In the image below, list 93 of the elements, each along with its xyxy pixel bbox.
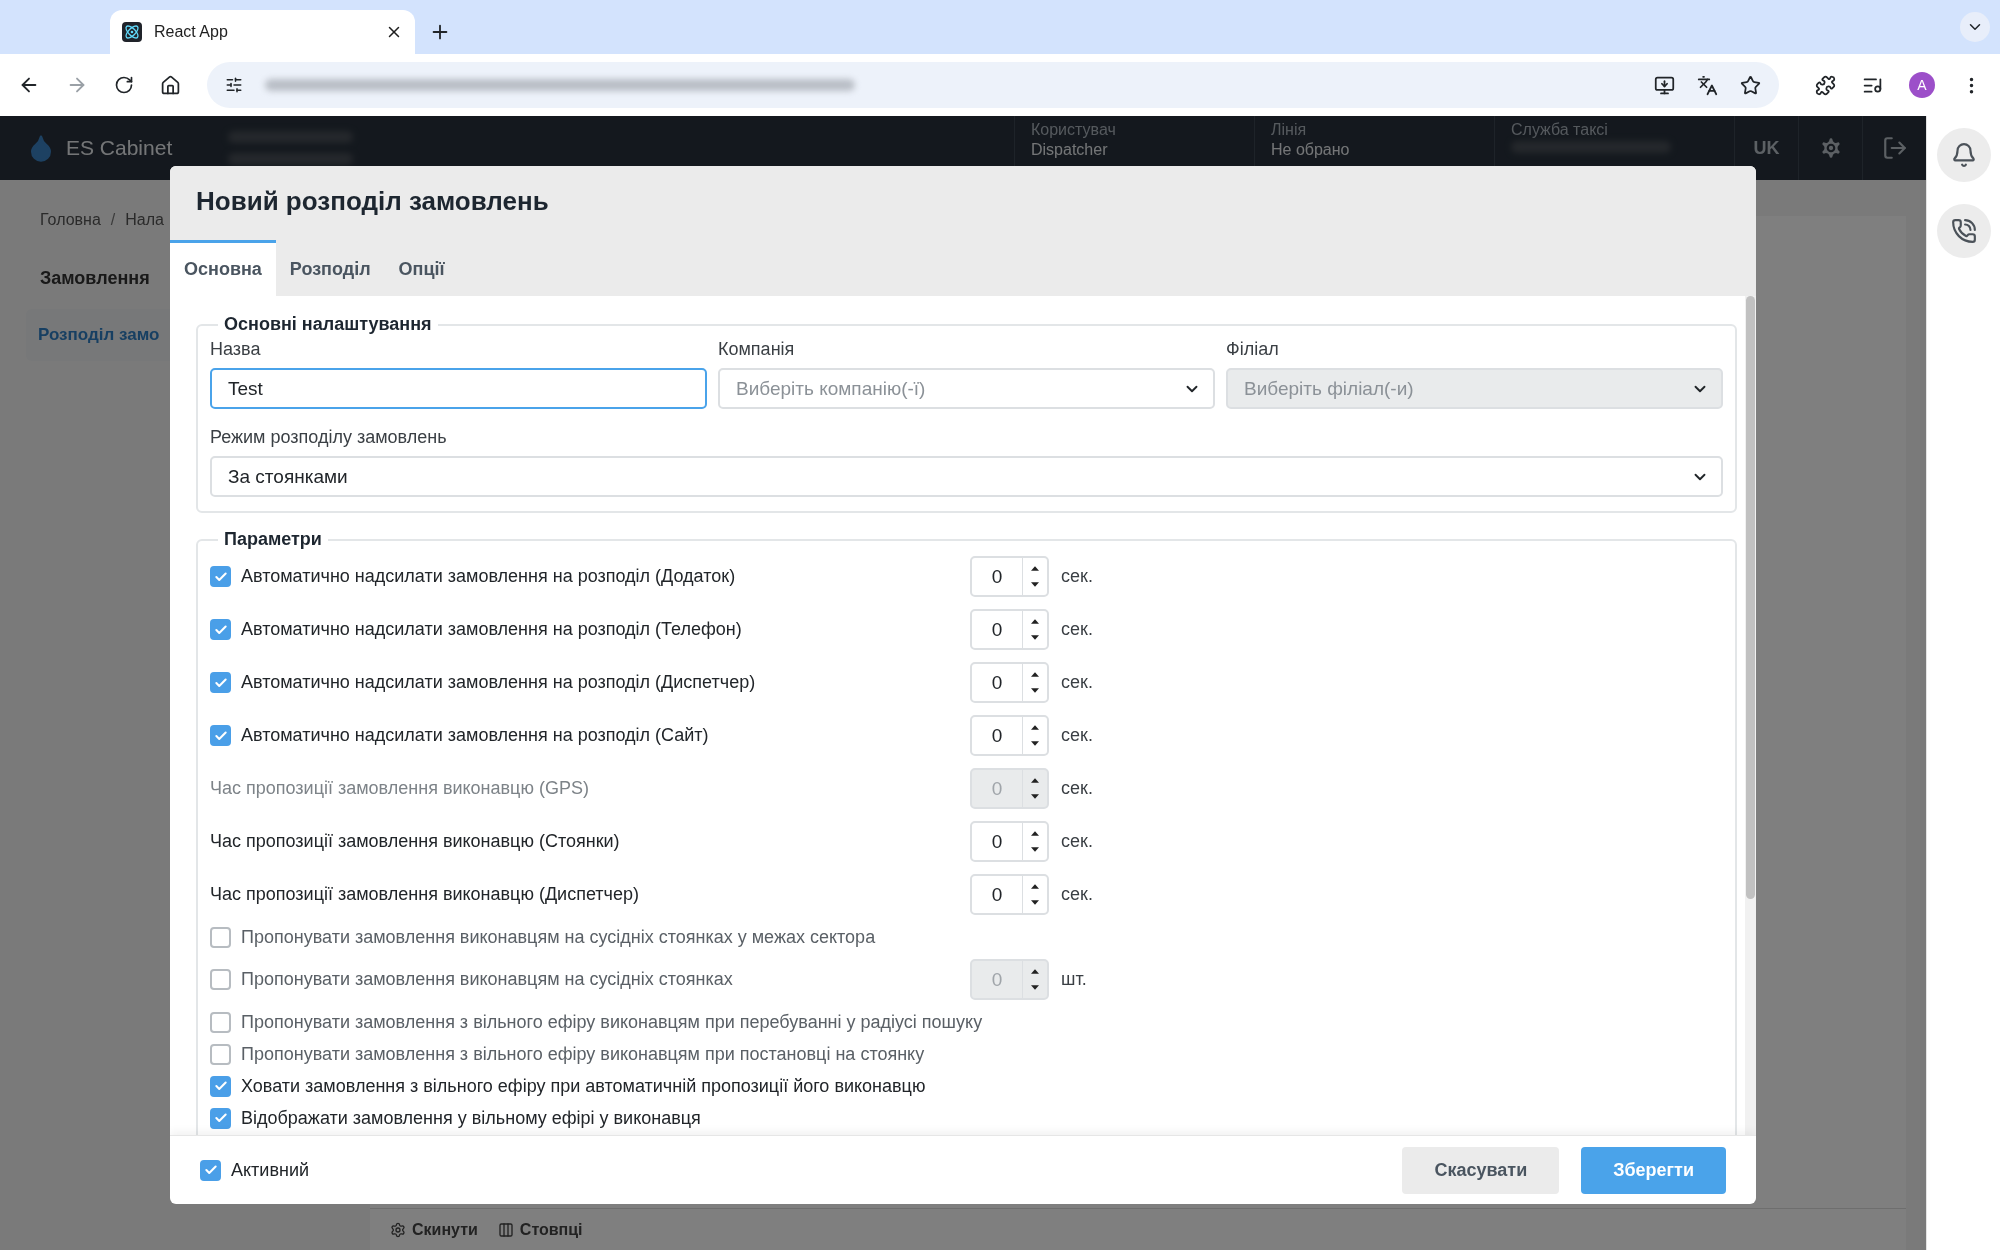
checkbox[interactable] [210,1043,231,1065]
number-field[interactable]: 0 [970,821,1049,862]
scrollbar-thumb[interactable] [1746,296,1755,899]
number-input[interactable]: 0 [972,558,1022,595]
translate-icon[interactable] [1697,74,1718,96]
unit-label: сек. [1061,831,1093,852]
tab-search-button[interactable] [1960,12,1990,42]
tab[interactable]: Розподіл [275,240,385,296]
check-icon [203,1163,218,1177]
brand-name: ES Cabinet [66,136,173,160]
active-label: Активний [231,1159,309,1181]
check-icon [213,1111,228,1125]
breadcrumb-link[interactable]: Нала [125,211,164,229]
option-label: Пропонувати замовлення виконавцям на сусідніх стоянках у межах сектора [241,926,876,948]
checkbox[interactable] [210,1011,231,1033]
option-label: Автоматично надсилати замовлення на розподіл (Сайт) [241,725,709,746]
unit-label: сек. [1061,725,1093,746]
tab[interactable]: Опції [384,240,459,296]
breadcrumb-link[interactable]: Головна [40,211,101,229]
field-label: Філіал [1226,339,1280,360]
cancel-button[interactable]: Скасувати [1402,1146,1560,1194]
reload-icon[interactable] [114,75,134,95]
checkbox[interactable] [210,619,231,640]
home-icon[interactable] [160,74,181,96]
dialog-title: Новий розподіл замовлень [196,186,550,217]
profile-avatar[interactable]: A [1909,72,1935,98]
option-label: Автоматично надсилати замовлення на розподіл (Додаток) [241,566,736,587]
field-label: Назва [210,339,262,360]
unit-label: сек. [1061,566,1093,587]
number-input[interactable]: 0 [972,664,1022,701]
browser-tab[interactable]: React App [110,10,415,54]
option-label: Пропонувати замовлення з вільного ефіру виконавцям при постановці на стоянку [241,1043,925,1065]
option-label: Час пропозиції замовлення виконавцю (Диспетчер) [210,884,639,905]
option-label: Пропонувати замовлення з вільного ефіру виконавцям при перебуванні у радіусі пошуку [241,1011,983,1033]
info-value: Не обрано [1271,141,1351,159]
check-icon [213,622,228,637]
unit-label: сек. [1061,672,1093,693]
info-value: Dispatcher [1031,141,1109,159]
unit-label: сек. [1061,619,1093,640]
check-icon [213,1079,228,1093]
star-icon[interactable] [1740,74,1761,96]
number-field[interactable]: 0 [970,556,1049,597]
option-label: Пропонувати замовлення виконавцям на сусідніх стоянках [241,969,733,990]
info-label: Служба таксі [1511,121,1609,139]
checkbox[interactable] [210,1107,231,1129]
number-field[interactable]: 0 [970,662,1049,703]
toolbar-button[interactable]: Стовпці [497,1220,583,1239]
info-label: Користувач [1031,121,1117,139]
checkbox[interactable] [210,926,231,948]
checkbox[interactable] [210,566,231,587]
checkbox[interactable] [200,1159,221,1181]
option-label: Автоматично надсилати замовлення на розподіл (Диспетчер) [241,672,756,693]
name-field[interactable]: Test [210,368,707,409]
site-settings-icon[interactable] [225,76,243,94]
option-label: Ховати замовлення з вільного ефіру при автоматичній пропозиції його виконавцю [241,1075,926,1097]
number-field[interactable]: 0 [970,715,1049,756]
extensions-icon[interactable] [1815,74,1836,96]
check-icon [213,675,228,690]
number-input[interactable]: 0 [972,717,1022,754]
toolbar-button[interactable]: Скинути [390,1220,478,1239]
field-label: Компанія [718,339,796,360]
install-icon[interactable] [1654,74,1675,96]
checkbox[interactable] [210,1075,231,1097]
option-label: Відображати замовлення у вільному ефірі у виконавця [241,1107,701,1129]
check-icon [213,569,228,584]
number-input[interactable]: 0 [972,876,1022,913]
checkbox[interactable] [210,672,231,693]
logout-icon [1881,135,1908,161]
unit-label: шт. [1061,969,1087,990]
option-label: Час пропозиції замовлення виконавцю (Стоянки) [210,831,620,852]
option-label: Час пропозиції замовлення виконавцю (GPS) [210,778,589,799]
number-field[interactable]: 0 [970,609,1049,650]
select-field[interactable]: За стоянками [210,456,1723,497]
tab[interactable]: Основна [170,240,276,296]
bell-icon [1950,142,1977,168]
info-label: Лінія [1271,121,1308,139]
breadcrumb-separator: / [110,211,116,229]
unit-label: сек. [1061,778,1093,799]
number-input[interactable]: 0 [972,611,1022,648]
tab-title: React App [154,23,229,41]
phone-icon [1950,218,1977,244]
unit-label: сек. [1061,884,1093,905]
checkbox[interactable] [210,725,231,746]
field-label: Режим розподілу замовлень [210,427,448,448]
group-title: Основні налаштування [223,314,433,335]
gear-icon [390,1221,406,1238]
check-icon [213,728,228,743]
group-title: Параметри [223,529,323,550]
number-input[interactable]: 0 [972,823,1022,860]
atom-icon [124,24,140,40]
number-field[interactable]: 0 [970,874,1049,915]
option-label: Автоматично надсилати замовлення на розподіл (Телефон) [241,619,742,640]
columns-icon [497,1221,514,1238]
